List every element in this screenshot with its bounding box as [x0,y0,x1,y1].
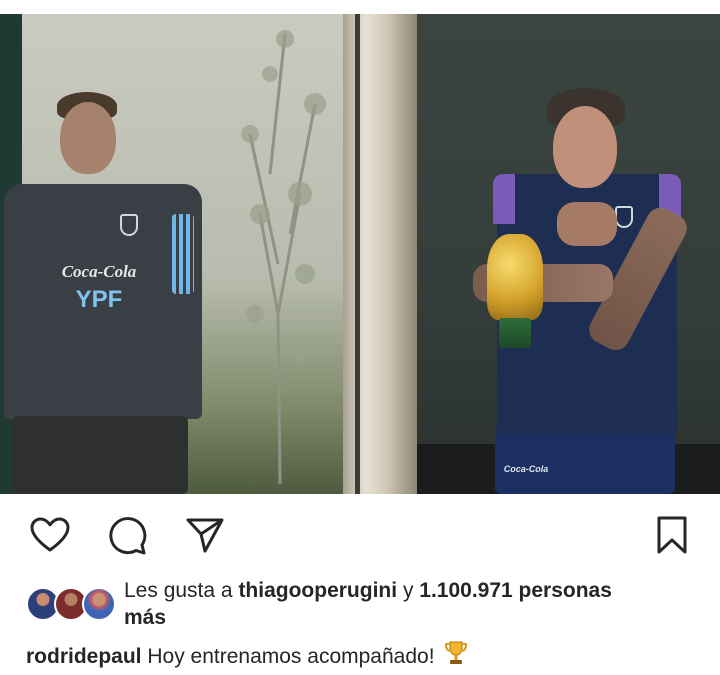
coca-cola-logo: Coca-Cola [61,262,137,281]
face [553,106,617,188]
comment-icon [109,517,147,555]
photo-left-panel: Coca-Cola YPF [0,14,356,494]
photo-right-panel: Coca-Cola YPF [417,14,720,494]
jersey: Coca-Cola YPF [4,184,202,419]
likes-connector: y [402,579,414,602]
post-image[interactable]: Coca-Cola YPF Coca-Cola YPF [0,14,720,494]
post-action-bar [0,494,720,574]
world-cup-trophy [487,234,543,320]
hand-on-trophy [557,202,617,246]
trophy-base [499,318,531,348]
face [60,102,116,174]
player-right: Coca-Cola YPF [467,74,717,494]
tree-reflection [241,30,326,484]
caption-username[interactable]: rodridepaul [26,645,142,668]
likes-text: Les gusta a thiagooperugini y 1.100.971 … [124,577,714,631]
shorts [12,416,188,494]
likes-count[interactable]: 1.100.971 personas [419,579,612,602]
caption-text: Hoy entrenamos acompañado! [147,645,435,668]
comment-button[interactable] [106,514,148,556]
save-button[interactable] [651,514,693,556]
trophy-icon [444,640,468,674]
bookmark-icon [657,516,687,554]
player-left: Coca-Cola YPF [0,84,220,494]
likes-prefix: Les gusta a [124,579,233,602]
shorts-logo: Coca-Cola [503,464,549,474]
send-icon [186,518,224,553]
likes-suffix[interactable]: más [124,606,166,629]
like-button[interactable] [29,514,71,556]
ypf-logo: YPF [75,286,123,313]
likes-summary[interactable]: Les gusta a thiagooperugini y 1.100.971 … [26,577,706,633]
avatar [82,587,116,621]
liker-username[interactable]: thiagooperugini [238,579,397,602]
heart-icon [30,517,70,552]
liker-avatars [26,587,116,621]
post-caption: rodridepaul Hoy entrenamos acompañado! [26,640,706,674]
share-button[interactable] [184,514,226,556]
window-mullion [343,14,417,494]
